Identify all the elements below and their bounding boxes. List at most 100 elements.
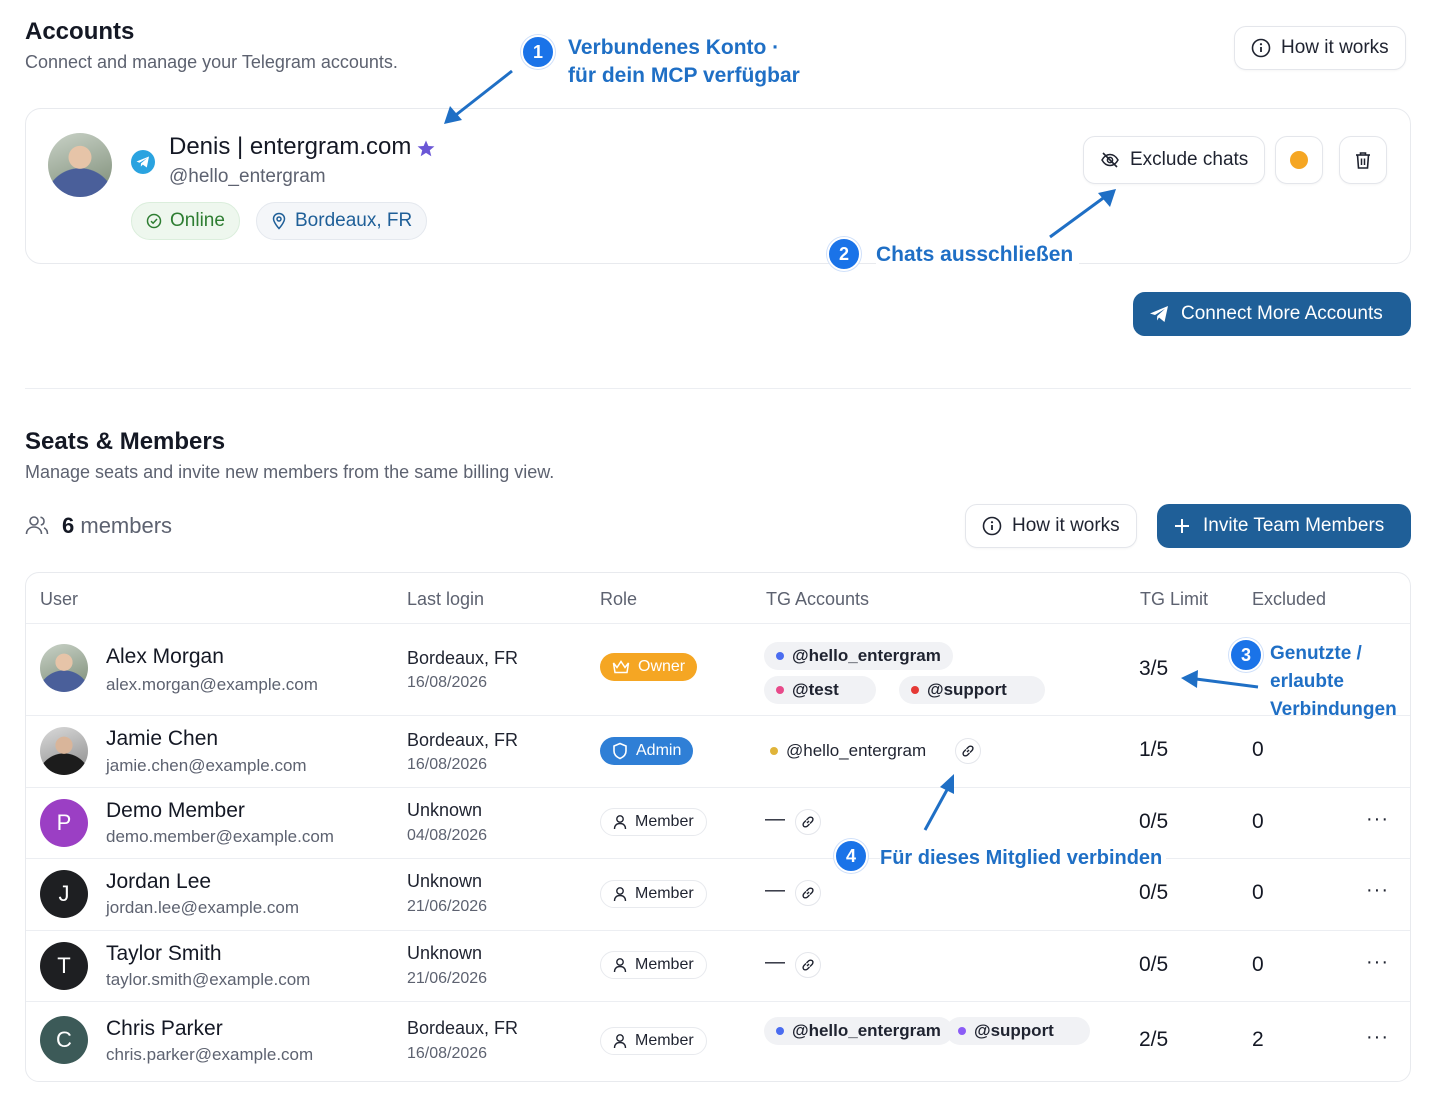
link-icon — [802, 887, 814, 899]
online-status-pill: Online — [131, 202, 240, 240]
check-circle-icon — [146, 213, 162, 229]
member-count-number: 6 — [62, 513, 75, 538]
member-email: alex.morgan@example.com — [106, 675, 318, 694]
account-dot — [911, 686, 919, 694]
shield-icon — [613, 742, 627, 760]
role-label: Member — [635, 1032, 694, 1049]
connect-more-accounts-button[interactable]: Connect More Accounts — [1133, 292, 1411, 336]
tg-limit-value: 3/5 — [1139, 657, 1169, 680]
info-icon — [982, 516, 1002, 536]
connect-account-button[interactable] — [795, 809, 821, 835]
tg-account-handle: @hello_entergram — [786, 741, 927, 760]
status-toggle-button[interactable] — [1275, 136, 1323, 184]
tg-limit-value: 0/5 — [1139, 881, 1169, 904]
table-row[interactable]: Jamie Chen jamie.chen@example.com Bordea… — [26, 716, 1410, 787]
account-dot — [776, 1027, 784, 1035]
users-icon — [25, 516, 49, 535]
accounts-title: Accounts — [25, 18, 135, 45]
role-badge-member: Member — [600, 808, 707, 836]
accounts-subtitle: Connect and manage your Telegram account… — [25, 52, 398, 72]
avatar: C — [40, 1016, 88, 1064]
how-it-works-label: How it works — [1012, 515, 1120, 536]
column-header-tg-accounts: TG Accounts — [766, 589, 870, 609]
exclude-chats-label: Exclude chats — [1130, 149, 1249, 170]
role-badge-member: Member — [600, 1027, 707, 1055]
trash-icon — [1356, 152, 1370, 169]
member-name: Jamie Chen — [106, 727, 219, 750]
tg-account-handle: @hello_entergram — [792, 1021, 941, 1040]
user-icon — [613, 958, 627, 973]
excluded-value: 0 — [1252, 738, 1264, 761]
table-row[interactable]: P Demo Member demo.member@example.com Un… — [26, 788, 1410, 858]
avatar: T — [40, 942, 88, 990]
annotation-text-3: Genutzte / erlaubte Verbindungen — [1270, 640, 1438, 724]
seats-how-it-works-button[interactable]: How it works — [965, 504, 1137, 548]
link-icon — [802, 959, 814, 971]
last-login-date: 04/08/2026 — [407, 827, 488, 844]
column-header-user: User — [40, 589, 79, 609]
row-more-button[interactable]: ··· — [1366, 951, 1389, 974]
role-label: Owner — [638, 658, 686, 675]
telegram-icon — [131, 150, 155, 174]
account-name: Denis | entergram.com — [169, 133, 412, 160]
table-row[interactable]: J Jordan Lee jordan.lee@example.com Unkn… — [26, 859, 1410, 930]
last-login-location: Bordeaux, FR — [407, 730, 519, 750]
eye-off-icon — [1101, 152, 1119, 168]
annotation-3-line-2: Verbindungen — [1270, 699, 1397, 720]
avatar: P — [40, 799, 88, 847]
accounts-how-it-works-button[interactable]: How it works — [1234, 26, 1406, 70]
members-table: User Last login Role TG Accounts TG Limi… — [25, 572, 1411, 1082]
member-count-word: members — [80, 513, 173, 538]
annotation-badge-4: 4 — [834, 839, 868, 873]
avatar — [40, 727, 88, 775]
row-more-button[interactable]: ··· — [1366, 808, 1389, 831]
table-row[interactable]: C Chris Parker chris.parker@example.com … — [26, 1002, 1410, 1081]
link-icon — [962, 745, 974, 757]
account-dot — [958, 1027, 966, 1035]
last-login-location: Unknown — [407, 943, 483, 963]
member-email: jordan.lee@example.com — [106, 898, 300, 917]
row-more-button[interactable]: ··· — [1366, 879, 1389, 902]
star-icon[interactable] — [416, 139, 436, 159]
member-email: taylor.smith@example.com — [106, 970, 311, 989]
avatar — [40, 644, 88, 692]
location-label: Bordeaux, FR — [295, 210, 413, 231]
last-login-location: Bordeaux, FR — [407, 648, 519, 668]
account-dot — [776, 686, 784, 694]
tg-account-chip[interactable]: @test — [764, 676, 876, 704]
account-handle: @hello_entergram — [169, 166, 326, 187]
tg-account-chip[interactable]: @support — [946, 1017, 1090, 1045]
role-label: Member — [635, 885, 694, 902]
member-name: Alex Morgan — [106, 645, 224, 668]
column-header-role: Role — [600, 589, 638, 609]
connect-account-button[interactable] — [955, 738, 981, 764]
last-login-date: 21/06/2026 — [407, 898, 488, 915]
row-more-button[interactable]: ··· — [1366, 1026, 1389, 1049]
connect-account-button[interactable] — [795, 952, 821, 978]
member-count: 6 members — [62, 513, 172, 539]
account-dot — [776, 652, 784, 660]
role-badge-owner: Owner — [600, 653, 698, 681]
seats-subtitle: Manage seats and invite new members from… — [25, 462, 555, 482]
delete-account-button[interactable] — [1339, 136, 1387, 184]
tg-account-chip[interactable]: @support — [899, 676, 1045, 704]
tg-account-handle: @support — [927, 680, 1007, 699]
account-avatar — [48, 133, 112, 197]
role-label: Member — [635, 813, 694, 830]
tg-account-handle: @hello_entergram — [792, 646, 941, 665]
invite-team-members-button[interactable]: Invite Team Members — [1157, 504, 1411, 548]
plus-icon — [1175, 519, 1189, 533]
connect-account-button[interactable] — [795, 880, 821, 906]
tg-account-chip[interactable]: @hello_entergram — [764, 737, 938, 765]
excluded-value: 0 — [1252, 953, 1264, 976]
how-it-works-label: How it works — [1281, 37, 1389, 58]
member-email: chris.parker@example.com — [106, 1045, 314, 1064]
table-row[interactable]: T Taylor Smith taylor.smith@example.com … — [26, 931, 1410, 1001]
tg-account-chip[interactable]: @hello_entergram — [764, 1017, 953, 1045]
last-login-date: 16/08/2026 — [407, 1045, 488, 1062]
tg-account-chip[interactable]: @hello_entergram — [764, 642, 953, 670]
annotation-badge-1: 1 — [521, 35, 555, 69]
last-login-location: Bordeaux, FR — [407, 1018, 519, 1038]
member-email: demo.member@example.com — [106, 827, 334, 846]
exclude-chats-button[interactable]: Exclude chats — [1083, 136, 1266, 184]
